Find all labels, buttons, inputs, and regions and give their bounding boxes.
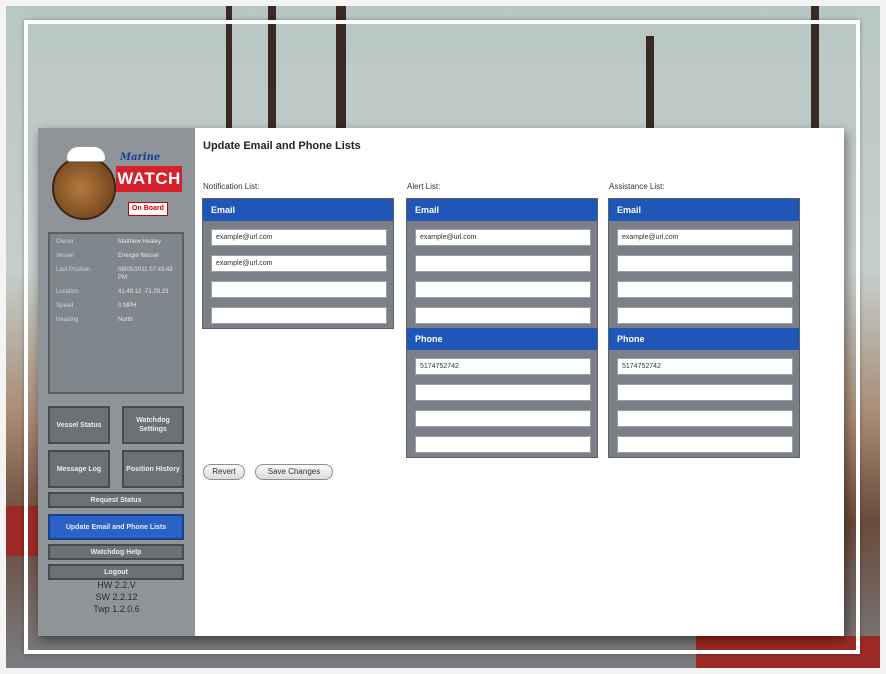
status-key: Owner	[56, 239, 74, 245]
status-value: North	[118, 317, 133, 323]
alert-list-label: Alert List:	[407, 182, 441, 191]
status-value: Energie Nessel	[118, 253, 159, 259]
status-value: Matthew Healey	[118, 239, 162, 245]
request-status-button[interactable]: Request Status	[48, 492, 184, 508]
status-key: Last Position	[56, 267, 91, 273]
bulldog-mascot-icon	[52, 156, 116, 220]
email-fields: example@url.com	[407, 221, 597, 328]
status-row: Heading North	[56, 316, 176, 324]
email-field[interactable]: example@url.com	[211, 255, 387, 272]
watchdog-help-button[interactable]: Watchdog Help	[48, 544, 184, 560]
status-row: Last Position 08/05/2011 07:43:43 PM	[56, 266, 176, 282]
status-key: Vessel	[56, 253, 74, 259]
phone-fields: 5174752742	[407, 350, 597, 457]
update-lists-button[interactable]: Update Email and Phone Lists	[48, 514, 184, 540]
phone-field[interactable]: 5174752742	[415, 358, 591, 375]
status-value: 0 MPH	[118, 303, 137, 309]
phone-field[interactable]	[415, 384, 591, 401]
email-field[interactable]	[211, 281, 387, 298]
email-field[interactable]: example@url.com	[211, 229, 387, 246]
email-field[interactable]	[617, 281, 793, 298]
page-title: Update Email and Phone Lists	[203, 140, 361, 152]
logo-brand-top: Marine	[120, 152, 161, 163]
watchdog-settings-button[interactable]: Watchdog Settings	[122, 406, 184, 444]
logout-button[interactable]: Logout	[48, 564, 184, 580]
main-content: Update Email and Phone Lists Notificatio…	[195, 128, 844, 636]
email-field[interactable]	[617, 307, 793, 324]
phone-field[interactable]	[415, 436, 591, 453]
email-fields: example@url.com example@url.com	[203, 221, 393, 328]
email-field[interactable]	[415, 281, 591, 298]
logo-badge: On Board	[128, 202, 168, 216]
sailor-hat-icon	[66, 146, 106, 162]
app-window: Marine WATCH On Board Owner Matthew Heale…	[38, 128, 844, 636]
sw-version: SW 2.2.12	[95, 592, 138, 602]
sidebar: Marine WATCH On Board Owner Matthew Heale…	[38, 128, 195, 636]
logo-brand-main: WATCH	[116, 166, 182, 192]
notification-list-label: Notification List:	[203, 182, 260, 191]
status-row: Owner Matthew Healey	[56, 238, 176, 246]
email-field[interactable]: example@url.com	[415, 229, 591, 246]
save-changes-button[interactable]: Save Changes	[255, 464, 333, 480]
email-field[interactable]	[415, 307, 591, 324]
phone-field[interactable]	[617, 436, 793, 453]
twp-version: Twp 1.2.0.6	[93, 604, 140, 614]
phone-field[interactable]: 5174752742	[617, 358, 793, 375]
vessel-status-button[interactable]: Vessel Status	[48, 406, 110, 444]
phone-header: Phone	[407, 328, 597, 350]
status-value: 08/05/2011 07:43:43 PM	[118, 267, 173, 281]
phone-fields: 5174752742	[609, 350, 799, 457]
status-key: Speed	[56, 303, 74, 309]
email-fields: example@url.com	[609, 221, 799, 328]
status-row: Speed 0 MPH	[56, 302, 176, 310]
assistance-list-panel: Email example@url.com Phone 5174752742	[608, 198, 800, 458]
alert-list-panel: Email example@url.com Phone 5174752742	[406, 198, 598, 458]
message-log-button[interactable]: Message Log	[48, 450, 110, 488]
email-field[interactable]	[617, 255, 793, 272]
status-row: Location 41.48.12 -71.29.23	[56, 288, 176, 296]
status-key: Heading	[56, 317, 79, 323]
position-history-button[interactable]: Position History	[122, 450, 184, 488]
app-logo[interactable]: Marine WATCH On Board	[48, 142, 184, 228]
assistance-list-label: Assistance List:	[609, 182, 665, 191]
phone-header: Phone	[609, 328, 799, 350]
email-field[interactable]	[211, 307, 387, 324]
hw-version: HW 2.2.V	[97, 580, 136, 590]
revert-button[interactable]: Revert	[203, 464, 245, 480]
email-header: Email	[407, 199, 597, 221]
phone-field[interactable]	[415, 410, 591, 427]
phone-field[interactable]	[617, 410, 793, 427]
email-field[interactable]: example@url.com	[617, 229, 793, 246]
status-value: 41.48.12 -71.29.23	[118, 289, 169, 295]
notification-list-panel: Email example@url.com example@url.com	[202, 198, 394, 329]
status-row: Vessel Energie Nessel	[56, 252, 176, 260]
email-header: Email	[203, 199, 393, 221]
email-field[interactable]	[415, 255, 591, 272]
email-header: Email	[609, 199, 799, 221]
phone-field[interactable]	[617, 384, 793, 401]
status-key: Location	[56, 289, 79, 295]
vessel-status-panel: Owner Matthew Healey Vessel Energie Nessel…	[48, 232, 184, 394]
